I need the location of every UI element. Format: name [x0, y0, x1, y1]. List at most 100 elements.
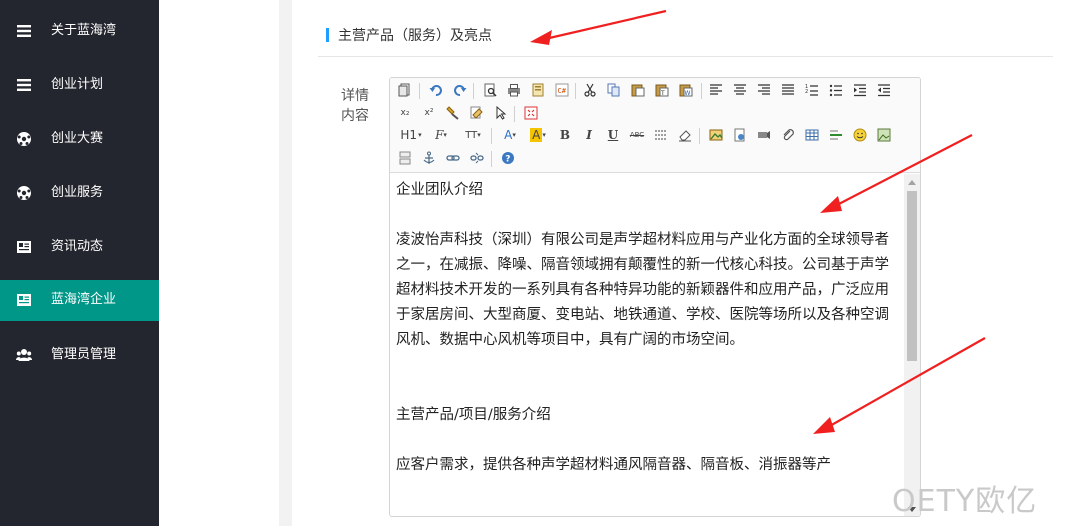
unlink-icon[interactable]: [468, 149, 486, 167]
clear-format-icon[interactable]: [468, 104, 486, 122]
insert-media-icon[interactable]: [755, 126, 773, 144]
text-color-dropdown[interactable]: A ▾: [498, 126, 522, 144]
scroll-up-arrow-icon[interactable]: [908, 180, 916, 185]
editor-paragraph: [396, 378, 898, 403]
section-divider: [318, 56, 1053, 57]
sidebar-item-contest[interactable]: 创业大赛: [0, 119, 159, 159]
horizontal-rule-icon[interactable]: [827, 126, 845, 144]
rich-text-editor[interactable]: C# T W 12 x₂ x² H1 ▾ F ▾ TT ▾ A ▾ A ▾ B I U A…: [389, 77, 921, 517]
outdent-icon[interactable]: [875, 81, 893, 99]
sidebar-item-enterprise[interactable]: 蓝海湾企业: [0, 280, 159, 321]
toolbar-separator: [575, 83, 576, 99]
underline-button[interactable]: U: [604, 126, 622, 144]
font-size-label: TT: [465, 129, 478, 141]
help-icon[interactable]: ?: [499, 149, 517, 167]
indent-icon[interactable]: [851, 81, 869, 99]
editor-content[interactable]: 企业团队介绍 凌波怡声科技（深圳）有限公司是声学超材料应用与产业化方面的全球领导者…: [390, 174, 904, 516]
format-painter-icon[interactable]: [444, 104, 462, 122]
section-header: 主营产品（服务）及亮点: [326, 26, 492, 44]
align-right-icon[interactable]: [755, 81, 773, 99]
sidebar-item-about[interactable]: 关于蓝海湾: [0, 11, 159, 51]
eraser-icon[interactable]: [676, 126, 694, 144]
paste-text-icon[interactable]: T: [653, 81, 671, 99]
field-label: 详情内容: [341, 88, 369, 124]
svg-text:W: W: [685, 90, 691, 97]
users-icon: [16, 349, 32, 361]
chevron-down-icon: ▾: [443, 131, 447, 139]
sidebar-item-service[interactable]: 创业服务: [0, 173, 159, 213]
preview-icon[interactable]: [481, 81, 499, 99]
highlight-color-label: A: [530, 128, 543, 142]
highlight-color-dropdown[interactable]: A ▾: [526, 126, 550, 144]
paste-icon[interactable]: [629, 81, 647, 99]
undo-icon[interactable]: [427, 81, 445, 99]
strikethrough-button[interactable]: ABC: [628, 126, 646, 144]
editor-scrollbar[interactable]: [904, 174, 920, 516]
source-icon[interactable]: [396, 81, 414, 99]
toolbar-separator: [491, 128, 492, 144]
superscript-button[interactable]: x²: [420, 104, 438, 122]
editor-paragraph: 凌波怡声科技（深圳）有限公司是声学超材料应用与产业化方面的全球领导者之一，在减振…: [396, 232, 889, 348]
paste-word-icon[interactable]: W: [677, 81, 695, 99]
sidebar-item-label: 蓝海湾企业: [51, 292, 117, 307]
menu-icon: [17, 25, 31, 37]
heading-dropdown[interactable]: H1 ▾: [396, 126, 426, 144]
insert-flash-icon[interactable]: [731, 126, 749, 144]
redo-icon[interactable]: [451, 81, 469, 99]
ordered-list-icon[interactable]: 12: [803, 81, 821, 99]
editor-paragraph: [396, 203, 898, 228]
bold-button[interactable]: B: [556, 126, 574, 144]
sidebar: 关于蓝海湾 创业计划 创业大赛 创业服务 资讯动态 蓝海湾企业 管理员管理: [0, 0, 159, 526]
font-family-label: F: [435, 128, 444, 142]
text-color-label: A: [504, 128, 513, 142]
insert-table-icon[interactable]: [803, 126, 821, 144]
sidebar-item-plan[interactable]: 创业计划: [0, 65, 159, 105]
insert-image-icon[interactable]: [707, 126, 725, 144]
unordered-list-icon[interactable]: [827, 81, 845, 99]
select-all-icon[interactable]: [492, 104, 510, 122]
chevron-down-icon: ▾: [418, 131, 422, 139]
chevron-down-icon: ▾: [477, 131, 481, 139]
align-justify-icon[interactable]: [779, 81, 797, 99]
template-icon[interactable]: [529, 81, 547, 99]
toolbar-separator: [473, 83, 474, 99]
align-center-icon[interactable]: [731, 81, 749, 99]
toolbar-separator: [701, 83, 702, 99]
sidebar-item-label: 创业计划: [51, 77, 104, 92]
attachment-icon[interactable]: [779, 126, 797, 144]
image-gallery-icon[interactable]: [875, 126, 893, 144]
italic-button[interactable]: I: [580, 126, 598, 144]
chevron-down-icon: ▾: [512, 131, 516, 139]
print-icon[interactable]: [505, 81, 523, 99]
sidebar-item-label: 管理员管理: [51, 347, 117, 362]
editor-toolbar: C# T W 12 x₂ x² H1 ▾ F ▾ TT ▾ A ▾ A ▾ B I U A…: [390, 78, 920, 173]
editor-paragraph: [396, 353, 898, 378]
align-left-icon[interactable]: [707, 81, 725, 99]
sidebar-item-label: 关于蓝海湾: [51, 23, 117, 38]
anchor-icon[interactable]: [420, 149, 438, 167]
fullscreen-icon[interactable]: [522, 104, 540, 122]
svg-text:?: ?: [505, 155, 510, 165]
sidebar-item-news[interactable]: 资讯动态: [0, 227, 159, 267]
content-background: [159, 0, 292, 526]
subscript-button[interactable]: x₂: [396, 104, 414, 122]
sidebar-item-admin[interactable]: 管理员管理: [0, 335, 159, 375]
section-title: 主营产品（服务）及亮点: [338, 28, 492, 44]
emoticon-icon[interactable]: [851, 126, 869, 144]
page-break-icon[interactable]: [396, 149, 414, 167]
scroll-thumb[interactable]: [907, 191, 917, 361]
chevron-down-icon: ▾: [542, 131, 546, 139]
menu-icon: [17, 79, 31, 91]
font-family-dropdown[interactable]: F ▾: [430, 126, 452, 144]
newspaper-icon: [17, 241, 31, 253]
code-icon[interactable]: C#: [553, 81, 571, 99]
cut-icon[interactable]: [581, 81, 599, 99]
line-height-icon[interactable]: [652, 126, 670, 144]
svg-text:2: 2: [805, 89, 808, 95]
heading-label: H1: [400, 128, 418, 142]
font-size-dropdown[interactable]: TT ▾: [460, 126, 486, 144]
copy-icon[interactable]: [605, 81, 623, 99]
editor-paragraph: 应客户需求，提供各种声学超材料通风隔音器、隔音板、消振器等产: [396, 457, 831, 473]
sidebar-item-label: 创业服务: [51, 185, 104, 200]
link-icon[interactable]: [444, 149, 462, 167]
